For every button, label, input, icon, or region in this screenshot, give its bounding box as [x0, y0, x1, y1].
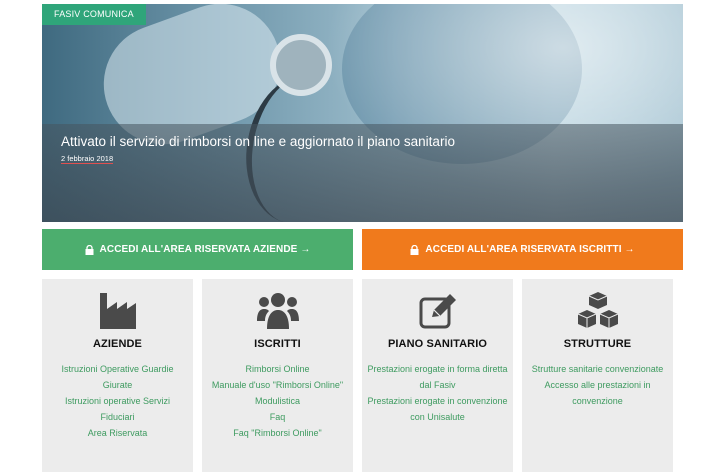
- link-rimborsi-online[interactable]: Rimborsi Online: [207, 361, 348, 377]
- iscritti-login-button[interactable]: ACCEDI ALL'AREA RISERVATA ISCRITTI →: [362, 229, 683, 270]
- link-area-riservata[interactable]: Area Riservata: [47, 425, 188, 441]
- hero-title[interactable]: Attivato il servizio di rimborsi on line…: [61, 134, 455, 149]
- card-piano-sanitario: PIANO SANITARIO Prestazioni erogate in f…: [362, 279, 513, 472]
- aziende-login-label: ACCEDI ALL'AREA RISERVATA AZIENDE →: [99, 244, 311, 255]
- card-title: AZIENDE: [93, 338, 142, 350]
- hero-date: 2 febbraio 2018: [61, 154, 114, 164]
- card-link-list: Rimborsi Online Manuale d'uso "Rimborsi …: [207, 361, 348, 441]
- card-link-list: Strutture sanitarie convenzionate Access…: [527, 361, 668, 409]
- hero-banner[interactable]: FASIV COMUNICA Attivato il servizio di r…: [42, 4, 683, 222]
- hero-tag[interactable]: FASIV COMUNICA: [42, 4, 146, 25]
- lock-icon: [410, 244, 419, 255]
- card-iscritti: ISCRITTI Rimborsi Online Manuale d'uso "…: [202, 279, 353, 472]
- link-prestazioni-unisalute[interactable]: Prestazioni erogate in convenzione con U…: [367, 393, 508, 425]
- users-icon: [256, 293, 299, 329]
- link-faq-rimborsi[interactable]: Faq "Rimborsi Online": [207, 425, 348, 441]
- stethoscope-image: [270, 34, 332, 96]
- link-accesso-prestazioni[interactable]: Accesso alle prestazioni in convenzione: [527, 377, 668, 409]
- card-title: ISCRITTI: [254, 338, 301, 350]
- iscritti-login-label: ACCEDI ALL'AREA RISERVATA ISCRITTI →: [425, 244, 635, 255]
- edit-icon: [419, 294, 456, 329]
- link-faq[interactable]: Faq: [207, 409, 348, 425]
- link-manuale-rimborsi[interactable]: Manuale d'uso "Rimborsi Online": [207, 377, 348, 393]
- link-strutture-convenzionate[interactable]: Strutture sanitarie convenzionate: [527, 361, 668, 377]
- card-title: STRUTTURE: [563, 338, 632, 350]
- card-aziende: AZIENDE Istruzioni Operative Guardie Giu…: [42, 279, 193, 472]
- link-modulistica[interactable]: Modulistica: [207, 393, 348, 409]
- aziende-login-button[interactable]: ACCEDI ALL'AREA RISERVATA AZIENDE →: [42, 229, 353, 270]
- link-prestazioni-dirette[interactable]: Prestazioni erogate in forma diretta dal…: [367, 361, 508, 393]
- link-istruzioni-fiduciari[interactable]: Istruzioni operative Servizi Fiduciari: [47, 393, 188, 425]
- factory-icon: [99, 293, 136, 329]
- card-title: PIANO SANITARIO: [387, 338, 488, 350]
- card-link-list: Prestazioni erogate in forma diretta dal…: [367, 361, 508, 425]
- card-strutture: STRUTTURE Strutture sanitarie convenzion…: [522, 279, 673, 472]
- lock-icon: [85, 244, 94, 255]
- card-link-list: Istruzioni Operative Guardie Giurate Ist…: [47, 361, 188, 441]
- cubes-icon: [577, 292, 618, 328]
- link-istruzioni-guardie[interactable]: Istruzioni Operative Guardie Giurate: [47, 361, 188, 393]
